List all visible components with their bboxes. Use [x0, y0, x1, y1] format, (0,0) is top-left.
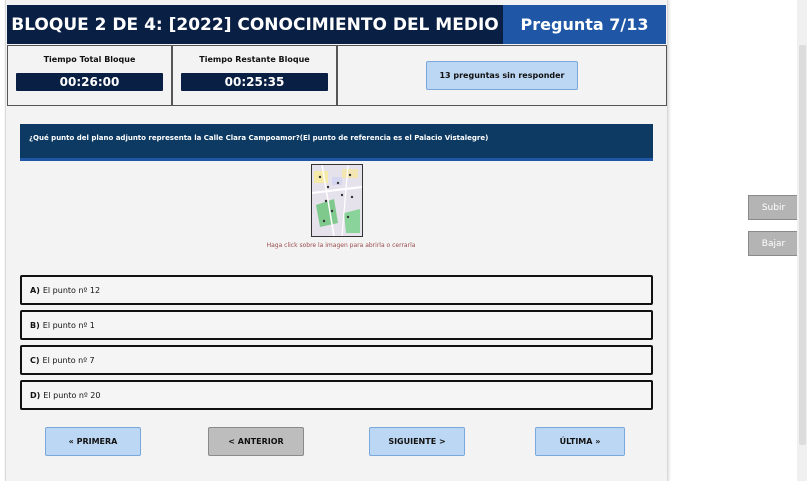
- scroll-down-button[interactable]: Bajar: [748, 231, 799, 256]
- map-image[interactable]: [311, 164, 363, 237]
- previous-button[interactable]: < ANTERIOR: [208, 427, 304, 456]
- first-button[interactable]: « PRIMERA: [45, 427, 141, 456]
- unanswered-button[interactable]: 13 preguntas sin responder: [426, 61, 578, 90]
- answer-text: El punto nº 7: [42, 355, 95, 365]
- next-button[interactable]: SIGUIENTE >: [369, 427, 465, 456]
- remaining-time-value: 00:25:35: [181, 73, 328, 91]
- total-time-value: 00:26:00: [16, 73, 163, 91]
- answer-option-a[interactable]: A) El punto nº 12: [20, 275, 653, 305]
- image-hint: Haga click sobre la imagen para abrirla …: [266, 242, 416, 249]
- map-thumbnail-graphic: [312, 165, 362, 236]
- scrollbar-thumb[interactable]: [799, 45, 806, 445]
- answer-text: El punto nº 12: [42, 285, 101, 295]
- block-title: BLOQUE 2 DE 4: [2022] CONOCIMIENTO DEL M…: [7, 5, 503, 44]
- answer-letter: B): [30, 320, 40, 330]
- answer-text: El punto nº 1: [42, 320, 95, 330]
- unanswered-box: 13 preguntas sin responder: [337, 45, 667, 106]
- total-time-label: Tiempo Total Bloque: [43, 55, 136, 64]
- answer-letter: C): [30, 355, 40, 365]
- remaining-time-label: Tiempo Restante Bloque: [199, 55, 310, 64]
- answer-option-d[interactable]: D) El punto nº 20: [20, 380, 653, 410]
- answer-text: El punto nº 20: [43, 390, 101, 400]
- question-text: ¿Qué punto del plano adjunto representa …: [20, 124, 653, 161]
- total-time-box: Tiempo Total Bloque 00:26:00: [7, 45, 172, 106]
- scroll-up-button[interactable]: Subir: [748, 195, 799, 220]
- last-button[interactable]: ÚLTIMA »: [535, 427, 625, 456]
- remaining-time-box: Tiempo Restante Bloque 00:25:35: [172, 45, 337, 106]
- answer-option-c[interactable]: C) El punto nº 7: [20, 345, 653, 375]
- question-counter: Pregunta 7/13: [503, 5, 666, 44]
- answer-option-b[interactable]: B) El punto nº 1: [20, 310, 653, 340]
- quiz-panel: BLOQUE 2 DE 4: [2022] CONOCIMIENTO DEL M…: [5, 0, 668, 481]
- answer-letter: A): [30, 285, 40, 295]
- answer-letter: D): [30, 390, 41, 400]
